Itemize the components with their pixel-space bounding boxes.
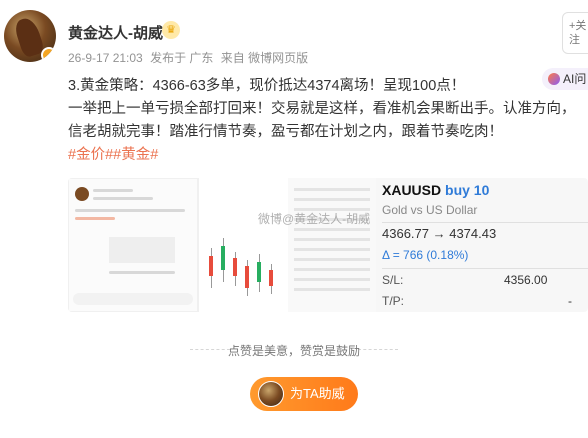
crown-icon: ♛ xyxy=(162,21,180,39)
post-image-chart[interactable] xyxy=(198,178,288,312)
text-line xyxy=(109,271,175,274)
divider xyxy=(382,268,588,269)
data-row xyxy=(294,258,370,261)
mini-avatar-image xyxy=(75,187,89,201)
data-row xyxy=(294,228,370,231)
tag-line xyxy=(75,217,115,220)
author-name[interactable]: 黄金达人-胡威 xyxy=(68,22,163,43)
post-tags[interactable]: #金价##黄金# xyxy=(68,144,588,167)
data-row xyxy=(294,268,370,271)
data-row xyxy=(294,248,370,251)
candle xyxy=(257,262,261,282)
image-watermark: 微博@黄金达人-胡威 xyxy=(258,212,371,226)
verified-badge-icon xyxy=(41,47,56,62)
text-line xyxy=(93,197,153,200)
take-profit-value: - xyxy=(568,294,572,308)
post-body: 3.黄金策略：4366-63多单，现价抵达4374离场！呈现100点！ 一举把上… xyxy=(68,75,588,167)
trade-symbol-line: XAUUSD buy 10 xyxy=(382,182,489,198)
reward-label: 为TA助威 xyxy=(290,386,345,401)
trade-symbol: XAUUSD xyxy=(382,182,442,198)
data-row xyxy=(294,278,370,281)
author-avatar[interactable] xyxy=(4,10,56,62)
thumb-image xyxy=(109,237,175,263)
data-row xyxy=(294,198,370,201)
post-line-1: 3.黄金策略：4366-63多单，现价抵达4374离场！呈现100点！ xyxy=(68,78,466,94)
post-image-orderbook[interactable] xyxy=(288,178,376,312)
follow-button[interactable]: +关 注 xyxy=(562,12,588,54)
comment-bar xyxy=(73,293,193,305)
text-line xyxy=(75,209,185,212)
post-image-trade-card[interactable]: XAUUSD buy 10 Gold vs US Dollar 4366.77 … xyxy=(376,178,588,312)
post-line-2: 一举把上一单亏损全部打回来！交易就是这样，看准机会果断出手。认准方向， xyxy=(68,101,576,117)
reward-button[interactable]: 为TA助威 xyxy=(250,377,358,411)
divider xyxy=(382,222,588,223)
stop-loss-label: S/L: xyxy=(382,273,404,287)
reward-prompt: 点赞是美意，赞赏是鼓励 xyxy=(227,344,360,358)
trade-prices: 4366.77 → 4374.43 xyxy=(382,226,497,241)
candle xyxy=(245,266,249,288)
data-row xyxy=(294,188,370,191)
candle xyxy=(269,270,273,286)
trade-description: Gold vs US Dollar xyxy=(382,203,478,217)
trade-side: buy 10 xyxy=(445,182,490,198)
reward-avatar xyxy=(258,381,284,407)
post-image-strip[interactable]: XAUUSD buy 10 Gold vs US Dollar 4366.77 … xyxy=(68,178,588,312)
data-row xyxy=(294,238,370,241)
text-line xyxy=(93,189,133,192)
candle xyxy=(221,246,225,270)
post-location: 发布于 广东 xyxy=(150,51,214,65)
take-profit-label: T/P: xyxy=(382,294,405,308)
trade-delta: Δ = 766 (0.18%) xyxy=(382,248,469,262)
post-meta: 26-9-17 21:03 发布于 广东 来自 微博网页版 xyxy=(68,49,312,66)
candle xyxy=(209,256,213,276)
data-row xyxy=(294,288,370,291)
post-image-screenshot[interactable] xyxy=(68,178,198,312)
stop-loss-value: 4356.00 xyxy=(504,273,548,287)
post-source: 来自 微博网页版 xyxy=(220,51,309,65)
post-time[interactable]: 26-9-17 21:03 xyxy=(68,51,143,65)
candle xyxy=(233,258,237,276)
post-line-3: 信老胡就完事！踏准行情节奏，盈亏都在计划之内，跟着节奏吃肉！ xyxy=(68,124,503,140)
follow-label: +关 注 xyxy=(569,20,587,46)
